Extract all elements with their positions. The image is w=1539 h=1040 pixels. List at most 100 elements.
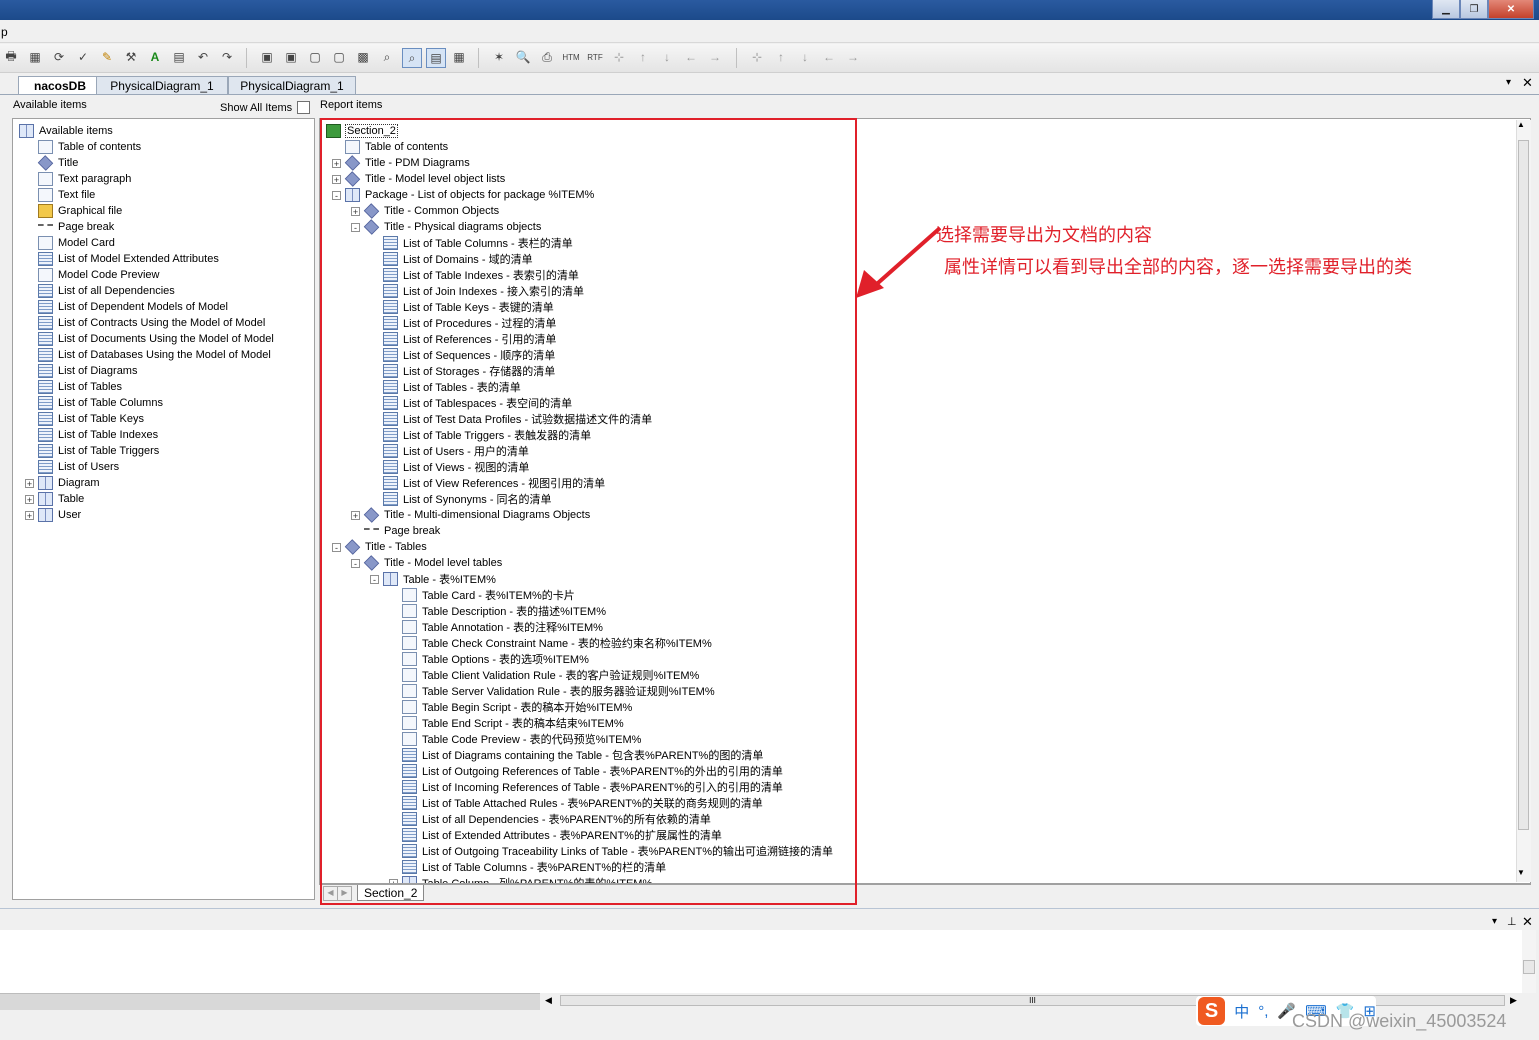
report-vscrollbar[interactable]: ▲ ▼ [1516,120,1531,882]
annotation-highlight-box [320,118,857,905]
left_panel-item-list-of-documents-using-the-model-of-mod[interactable]: List of Documents Using the Model of Mod… [38,331,274,347]
page-icon-2[interactable]: ▢ [330,48,348,66]
add-item-icon[interactable]: ⊹ [610,48,628,66]
expand-icon[interactable]: + [25,510,34,520]
refresh-icon[interactable]: ⟳ [50,48,68,66]
move-up-icon-2[interactable]: ↑ [772,48,790,66]
pgbrk-icon [38,224,53,230]
tab-menu-icon[interactable]: ▾ [1506,77,1511,88]
move-down-icon-2[interactable]: ↓ [796,48,814,66]
left_panel-item-list-of-users[interactable]: List of Users [38,459,119,475]
ime-chinese-mode[interactable]: 中 [1234,1001,1249,1022]
move-right-icon-2[interactable]: → [844,48,862,66]
left_panel-item-table-of-contents[interactable]: Table of contents [38,139,141,155]
pin-icon[interactable]: ⊥ [1507,915,1517,928]
close-tab-icon[interactable]: ✕ [1522,75,1533,91]
left_panel-item-title[interactable]: Title [37,155,78,171]
print-icon[interactable]: 🖶 [2,48,20,66]
expand-icon[interactable]: + [25,494,34,504]
left_panel-item-list-of-databases-using-the-model-of-mod[interactable]: List of Databases Using the Model of Mod… [38,347,271,363]
left_panel-item-list-of-table-indexes[interactable]: List of Table Indexes [38,427,158,443]
left_panel-item-list-of-table-triggers[interactable]: List of Table Triggers [38,443,159,459]
zoom-page-icon[interactable]: ⌕ [378,48,396,66]
page-icon[interactable]: ▢ [306,48,324,66]
left_panel-item-list-of-diagrams[interactable]: List of Diagrams [38,363,137,379]
move-up-icon[interactable]: ↑ [634,48,652,66]
left_panel-item-list-of-dependent-models-of-model[interactable]: List of Dependent Models of Model [38,299,228,315]
close-bottom-panel-icon[interactable]: ✕ [1522,914,1533,930]
undo-icon[interactable]: ↶ [194,48,212,66]
move-down-icon[interactable]: ↓ [658,48,676,66]
left_panel-item-list-of-table-keys[interactable]: List of Table Keys [38,411,144,427]
scroll-up-icon[interactable]: ▲ [1517,120,1525,129]
add-item-icon-2[interactable]: ⊹ [748,48,766,66]
left_panel-item-available-items[interactable]: Available items [19,123,113,139]
frame-icon-2[interactable]: ▣ [282,48,300,66]
tree-item-label: List of Table Keys [58,413,145,425]
redo-icon[interactable]: ↷ [218,48,236,66]
tree-item-label: Page break [58,221,115,233]
annotation-arrow [856,226,942,298]
printer-icon[interactable]: ⎙ [538,48,556,66]
sogou-logo-icon[interactable]: S [1198,997,1226,1025]
tab-physicaldiagram-1b[interactable]: PhysicalDiagram_1 [228,76,356,94]
output-scroll-thumb[interactable] [1523,960,1535,974]
left_panel-item-user[interactable]: + User [25,507,81,523]
left_panel-item-model-code-preview[interactable]: Model Code Preview [38,267,160,283]
scroll-thumb[interactable] [1518,140,1529,830]
output-vscrollbar[interactable] [1522,930,1536,993]
properties-icon[interactable]: ▦ [26,48,44,66]
img-icon [38,204,53,218]
minimize-button[interactable]: ▁ [1432,0,1460,19]
tab-physicaldiagram-1[interactable]: PhysicalDiagram_1 [96,76,228,94]
move-right-icon[interactable]: → [706,48,724,66]
move-left-icon[interactable]: ← [682,48,700,66]
tab-nacosdb[interactable]: nacosDB [18,76,102,94]
left_panel-item-list-of-all-dependencies[interactable]: List of all Dependencies [38,283,175,299]
find-icon[interactable]: 🔍 [514,48,532,66]
available-items-tree[interactable]: Available items Table of contents Title Tex… [12,118,315,900]
tree-item-label: Available items [39,125,113,137]
pencil-icon[interactable]: ✎ [98,48,116,66]
check-icon[interactable]: ✓ [74,48,92,66]
frame-icon[interactable]: ▣ [258,48,276,66]
book-icon [38,492,53,506]
rtf-icon[interactable]: RTF [586,48,604,66]
hscroll-right-icon[interactable]: ▶ [1510,995,1517,1006]
list-icon [38,444,53,458]
ime-punctuation-icon[interactable]: °, [1258,1003,1268,1020]
zoom-selected-icon[interactable]: ⌕ [402,48,422,68]
left_panel-item-graphical-file[interactable]: Graphical file [38,203,122,219]
bottom-panel-menu-icon[interactable]: ▾ [1492,916,1497,927]
doc-icon [38,172,53,186]
menu-item-partial[interactable]: p [1,25,8,39]
left_panel-item-diagram[interactable]: + Diagram [25,475,100,491]
table-icon[interactable]: ▦ [450,48,468,66]
output-panel[interactable] [0,930,1522,993]
font-icon[interactable]: A [146,48,164,66]
left_panel-item-text-file[interactable]: Text file [38,187,95,203]
scroll-down-icon[interactable]: ▼ [1517,868,1525,877]
maximize-button[interactable]: ❐ [1460,0,1488,19]
show-all-items-checkbox[interactable] [297,101,310,114]
tree-item-label: List of Diagrams [58,365,138,377]
left_panel-item-list-of-contracts-using-the-model-of-mod[interactable]: List of Contracts Using the Model of Mod… [38,315,265,331]
html-icon[interactable]: HTM [562,48,580,66]
left_panel-item-text-paragraph[interactable]: Text paragraph [38,171,131,187]
expand-icon[interactable]: + [25,478,34,488]
left_panel-item-table[interactable]: + Table [25,491,84,507]
left_panel-item-list-of-tables[interactable]: List of Tables [38,379,122,395]
close-window-button[interactable]: ✕ [1488,0,1534,19]
preview-icon[interactable]: ▤ [426,48,446,68]
left_panel-item-page-break[interactable]: Page break [38,219,114,235]
hscroll-left-icon[interactable]: ◀ [545,995,552,1006]
layout-icon[interactable]: ▤ [170,48,188,66]
wand-icon[interactable]: ✶ [490,48,508,66]
paint-icon[interactable]: ⚒ [122,48,140,66]
left_panel-item-list-of-table-columns[interactable]: List of Table Columns [38,395,163,411]
image-icon[interactable]: ▩ [354,48,372,66]
left_panel-item-model-card[interactable]: Model Card [38,235,115,251]
list-icon [38,300,53,314]
left_panel-item-list-of-model-extended-attributes[interactable]: List of Model Extended Attributes [38,251,219,267]
move-left-icon-2[interactable]: ← [820,48,838,66]
